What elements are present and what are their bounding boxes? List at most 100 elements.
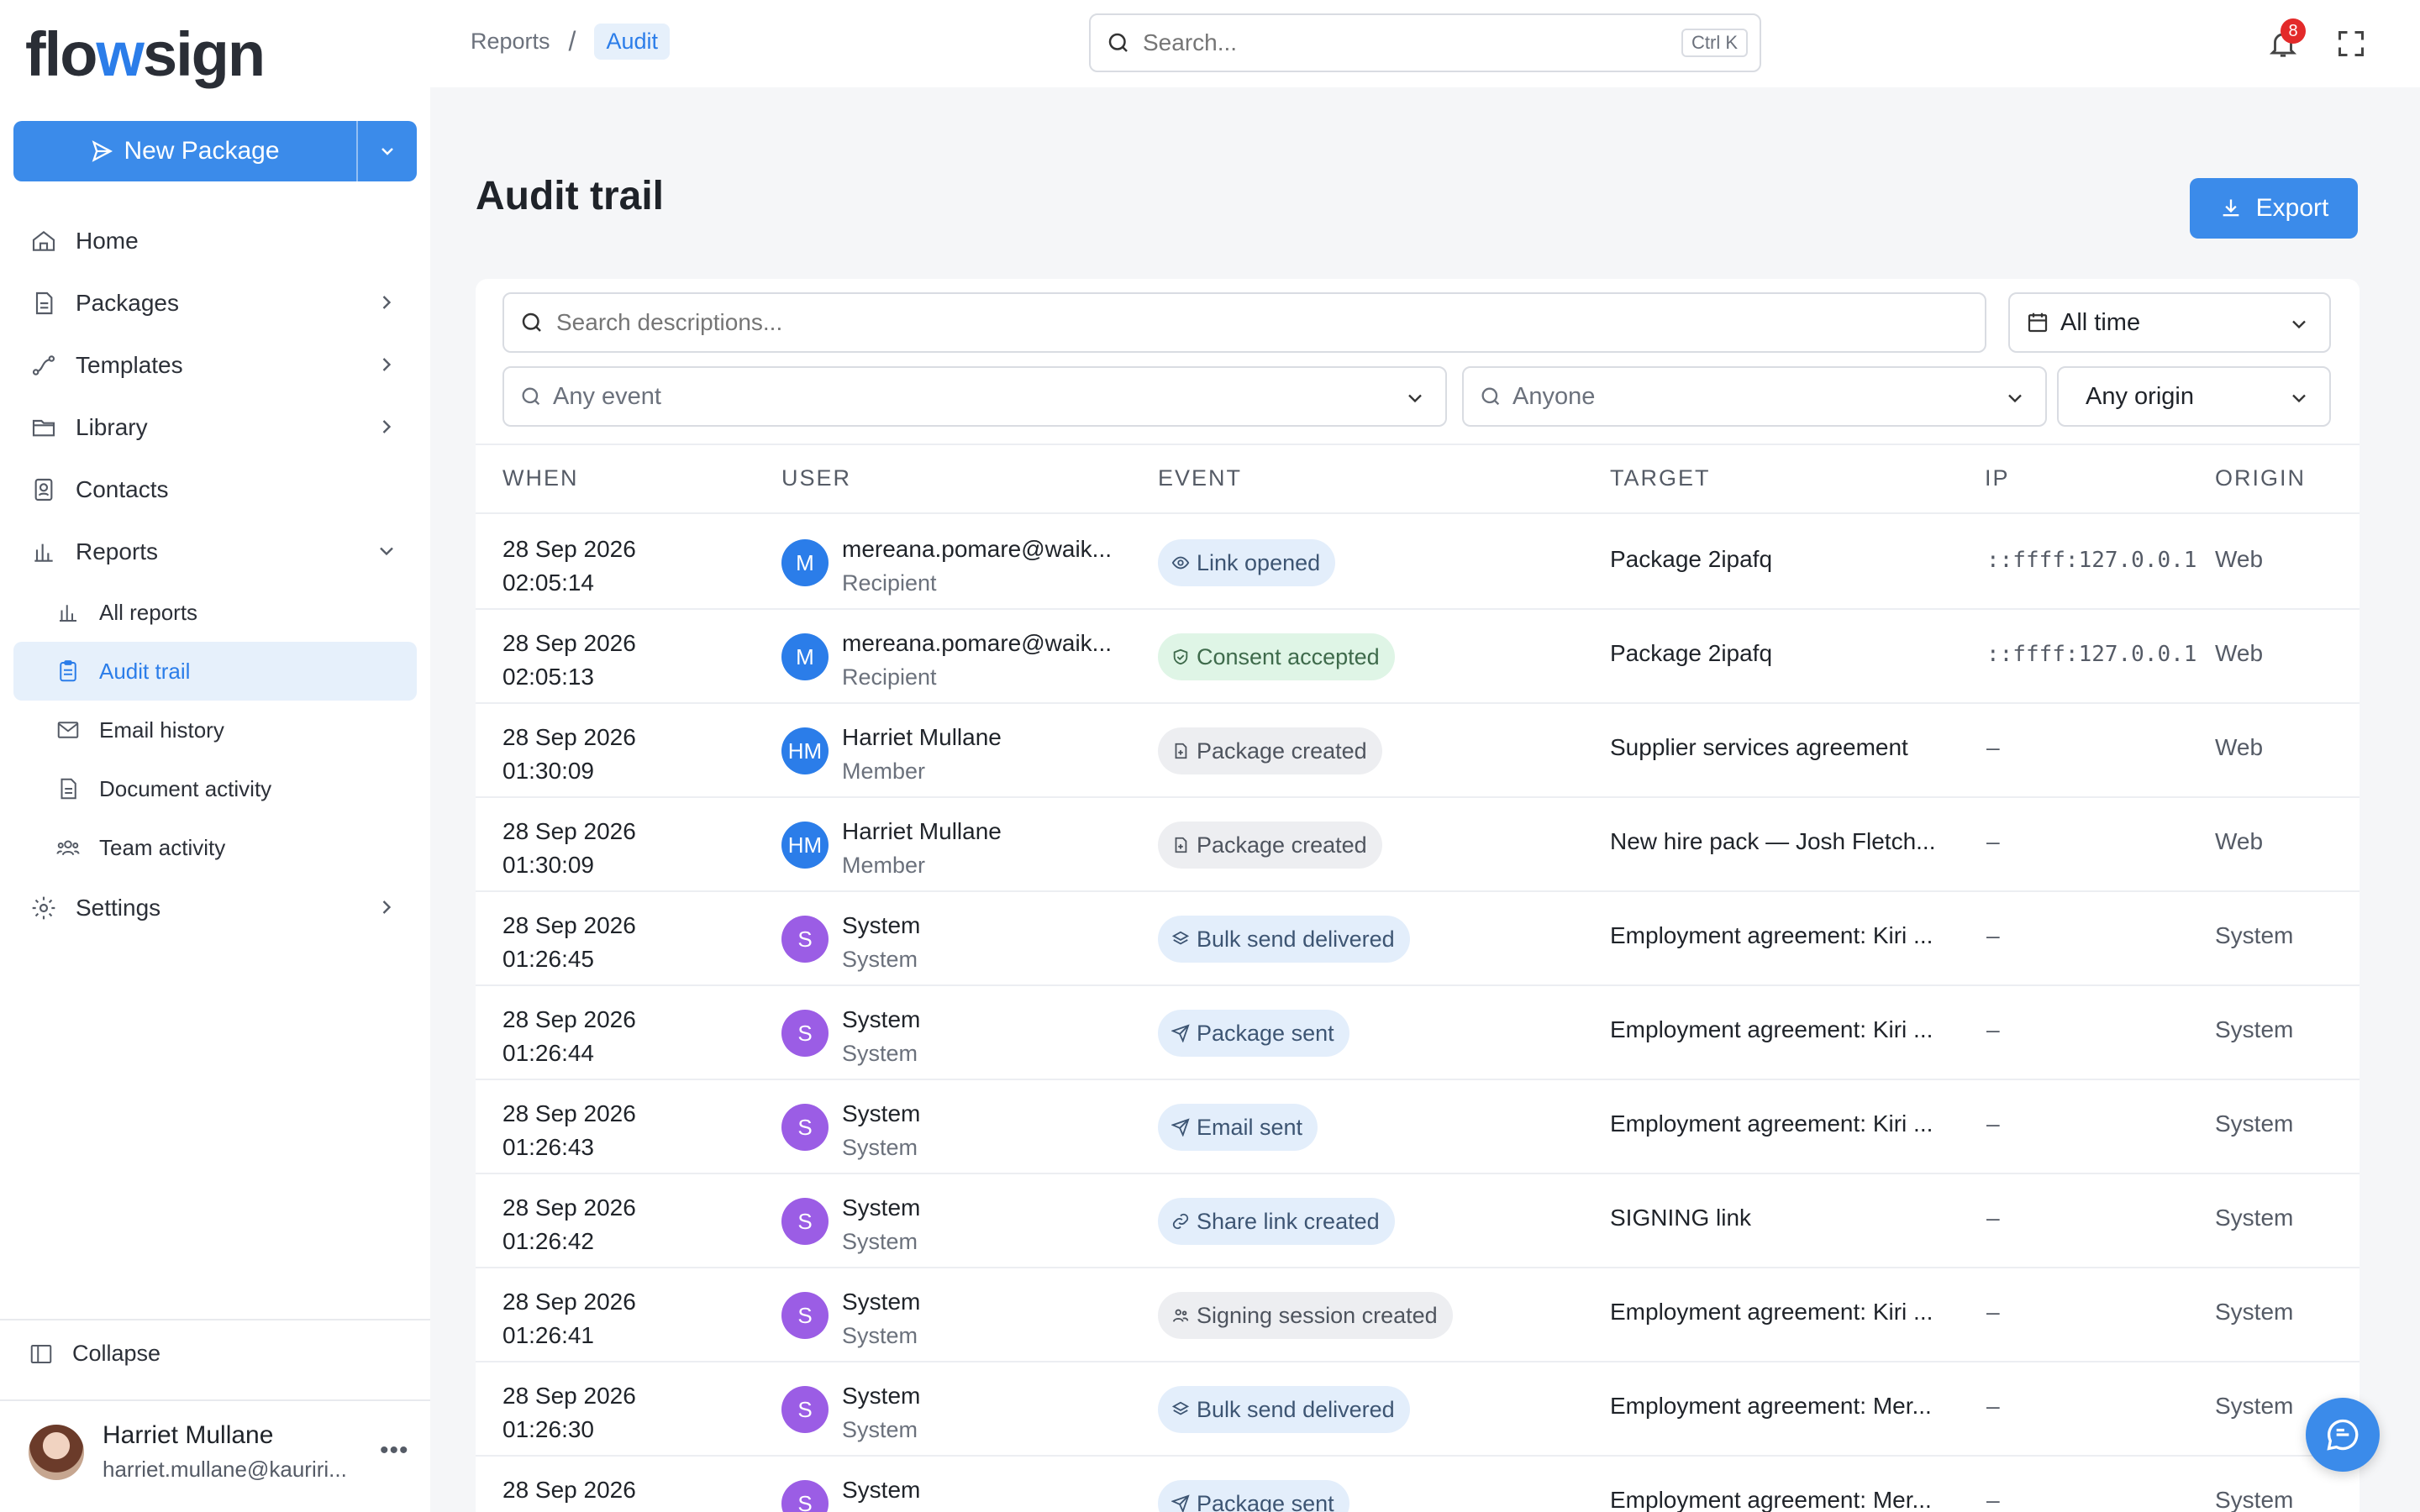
table-row[interactable]: 28 Sep 2026 01:30:09 HM Harriet Mullane Memb… xyxy=(476,704,2360,798)
column-header-target[interactable]: TARGET xyxy=(1610,465,1711,491)
audit-table-card: All time Any event Anyone Any origin WHE… xyxy=(476,279,2360,1512)
breadcrumb: Reports / Audit xyxy=(471,24,670,60)
collapse-sidebar-button[interactable]: Collapse xyxy=(29,1341,160,1367)
event-time: 01:26:45 xyxy=(502,946,594,972)
when-cell: 28 Sep 2026 01:26:45 xyxy=(502,909,636,976)
new-package-dropdown-button[interactable] xyxy=(356,121,417,181)
fullscreen-icon[interactable] xyxy=(2336,29,2366,59)
sidebar-item-label: Templates xyxy=(76,352,183,378)
event-filter-select[interactable]: Any event xyxy=(502,366,1447,427)
origin-cell: Web xyxy=(2215,546,2264,572)
when-cell: 28 Sep 2026 01:30:09 xyxy=(502,721,636,788)
link-icon xyxy=(1172,1213,1189,1230)
sidebar-subitem-document-activity[interactable]: Document activity xyxy=(13,759,417,818)
send-icon xyxy=(1171,1494,1190,1512)
breadcrumb-reports[interactable]: Reports xyxy=(471,29,550,55)
event-label: Bulk send delivered xyxy=(1197,1396,1395,1422)
event-date: 28 Sep 2026 xyxy=(502,630,636,656)
shield-check-icon xyxy=(1173,648,1188,665)
user-role: System xyxy=(842,1135,918,1160)
column-header-when[interactable]: WHEN xyxy=(502,465,579,491)
user-avatar: M xyxy=(781,633,829,680)
send-icon xyxy=(1171,1118,1190,1137)
time-range-value: All time xyxy=(2060,308,2141,336)
sidebar-item-reports[interactable]: Reports xyxy=(13,521,417,583)
table-row[interactable]: 28 Sep 2026 01:26:45 S System System Bulk sen… xyxy=(476,892,2360,986)
sidebar-subitem-audit-trail[interactable]: Audit trail xyxy=(13,642,417,701)
table-row[interactable]: 28 Sep 2026 02:05:14 Mmereana.pomare@waik.… xyxy=(476,516,2360,610)
event-time: 01:26:42 xyxy=(502,1228,594,1254)
mail-icon xyxy=(54,716,82,744)
description-search-input[interactable] xyxy=(556,309,1901,336)
user-role: System xyxy=(842,1323,918,1348)
origin-filter-select[interactable]: Any origin xyxy=(2057,366,2331,427)
user-cell: System System xyxy=(842,1473,920,1512)
table-row[interactable]: 28 Sep 2026 01:30:09 HM Harriet Mullane Memb… xyxy=(476,798,2360,892)
table-row[interactable]: 28 Sep 2026 01:26:41 S System System Signing … xyxy=(476,1268,2360,1362)
flowsign-logo[interactable]: flowsign xyxy=(25,18,266,90)
global-search-input[interactable] xyxy=(1143,29,1647,56)
user-filter-select[interactable]: Anyone xyxy=(1462,366,2047,427)
user-profile[interactable]: Harriet Mullane harriet.mullane@kauriri.… xyxy=(29,1421,408,1483)
event-filter-value: Any event xyxy=(553,382,661,410)
column-header-origin[interactable]: ORIGIN xyxy=(2215,465,2306,491)
more-options-icon[interactable]: ••• xyxy=(380,1436,409,1465)
new-package-split-button: New Package xyxy=(13,121,417,181)
divider xyxy=(0,1399,430,1401)
target-cell: Package 2ipafq xyxy=(1610,640,1773,666)
target-cell: Employment agreement: Kiri ... xyxy=(1610,1110,1933,1137)
table-row[interactable]: 28 Sep 2026 01:26:30 S System System Bulk sen… xyxy=(476,1362,2360,1457)
when-cell: 28 Sep 2026 01:26:44 xyxy=(502,1003,636,1070)
sidebar-subitem-team-activity[interactable]: Team activity xyxy=(13,818,417,877)
event-label: Package sent xyxy=(1197,1490,1334,1512)
user-cell: System System xyxy=(842,909,920,976)
event-date: 28 Sep 2026 xyxy=(502,536,636,562)
sidebar-item-label: Packages xyxy=(76,290,179,316)
table-row[interactable]: 28 Sep 2026 01:26:43 S System System Email se… xyxy=(476,1080,2360,1174)
user-name: System xyxy=(842,1006,921,1032)
sidebar-subitem-email-history[interactable]: Email history xyxy=(13,701,417,759)
origin-cell: System xyxy=(2215,1299,2294,1325)
sidebar-item-settings[interactable]: Settings xyxy=(13,877,417,939)
origin-cell: System xyxy=(2215,1205,2294,1231)
table-row[interactable]: 28 Sep 2026 01:26:42 S System System Share li… xyxy=(476,1174,2360,1268)
chat-button[interactable] xyxy=(2306,1398,2380,1472)
sidebar-item-home[interactable]: Home xyxy=(13,210,417,272)
ip-cell: — xyxy=(1986,924,2000,949)
target-cell: Employment agreement: Mer... xyxy=(1610,1487,1932,1512)
layers-icon xyxy=(1171,1401,1190,1415)
column-header-ip[interactable]: IP xyxy=(1985,465,2010,491)
sidebar-item-library[interactable]: Library xyxy=(13,396,417,459)
folder-icon xyxy=(29,412,59,443)
ip-cell: — xyxy=(1986,1488,2000,1512)
breadcrumb-audit[interactable]: Audit xyxy=(594,24,670,60)
user-role: System xyxy=(842,1507,920,1512)
origin-filter-value: Any origin xyxy=(2086,382,2194,410)
new-package-button[interactable]: New Package xyxy=(13,121,356,181)
sidebar-item-packages[interactable]: Packages xyxy=(13,272,417,334)
origin-cell: Web xyxy=(2215,734,2264,760)
sidebar: flowsign New Package Home Packages Templ… xyxy=(0,0,430,1512)
when-cell: 28 Sep 2026 02:05:14 xyxy=(502,533,636,600)
event-badge: Share link created xyxy=(1158,1198,1395,1245)
sidebar-item-templates[interactable]: Templates xyxy=(13,334,417,396)
event-label: Link opened xyxy=(1197,549,1321,575)
user-cell: mereana.pomare@waik... Recipient xyxy=(842,533,1112,600)
column-header-user[interactable]: USER xyxy=(781,465,851,491)
send-icon xyxy=(92,140,113,162)
user-avatar: S xyxy=(781,916,829,963)
table-row[interactable]: 28 Sep 2026 S System System Package sent Empl… xyxy=(476,1457,2360,1512)
user-role: Member xyxy=(842,759,926,784)
time-range-select[interactable]: All time xyxy=(2008,292,2331,353)
column-header-event[interactable]: EVENT xyxy=(1158,465,1242,491)
sidebar-subitem-all-reports[interactable]: All reports xyxy=(13,583,417,642)
chevron-right-icon xyxy=(382,900,392,914)
sidebar-item-contacts[interactable]: Contacts xyxy=(13,459,417,521)
export-button[interactable]: Export xyxy=(2190,178,2358,239)
when-cell: 28 Sep 2026 01:26:30 xyxy=(502,1379,636,1446)
divider xyxy=(0,1319,430,1320)
table-row[interactable]: 28 Sep 2026 01:26:44 S System System Package … xyxy=(476,986,2360,1080)
table-row[interactable]: 28 Sep 2026 02:05:13 Mmereana.pomare@waik.… xyxy=(476,610,2360,704)
event-label: Package sent xyxy=(1197,1020,1334,1046)
search-icon xyxy=(522,312,541,332)
